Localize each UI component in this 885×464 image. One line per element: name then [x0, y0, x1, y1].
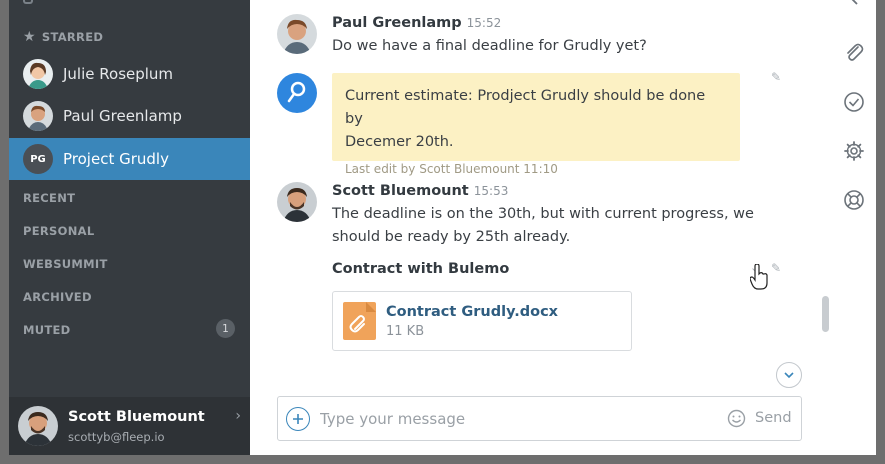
star-icon: ★	[23, 29, 36, 45]
pencil-icon[interactable]: ✎	[771, 261, 781, 275]
sidebar-item-label: Project Grudly	[63, 150, 169, 168]
unread-badge: 1	[216, 319, 235, 338]
section-archived[interactable]: ARCHIVED	[23, 290, 92, 304]
message-sender: Scott Bluemount 15:53	[332, 183, 508, 199]
chevron-right-icon[interactable]: ›	[235, 408, 241, 424]
message-input[interactable]	[320, 407, 680, 431]
message-text-line2: should be ready by 25th already.	[332, 229, 571, 245]
collapsed-toggle-icon[interactable]	[23, 0, 47, 6]
pinned-text-line1: Current estimate: Prodject Grudly should…	[345, 88, 706, 127]
message-text-line1: The deadline is on the 30th, but with cu…	[332, 206, 754, 222]
message-time: 15:52	[466, 16, 502, 30]
file-size: 11 KB	[386, 323, 425, 339]
message-sender: Paul Greenlamp 15:52	[332, 15, 501, 31]
message-text: Do we have a final deadline for Grudly y…	[332, 38, 647, 54]
pinned-text-line2: Decemer 20th.	[345, 134, 454, 150]
chevron-down-icon	[784, 372, 794, 379]
avatar	[18, 406, 58, 446]
sidebar-item-project-grudly[interactable]: PG Project Grudly	[9, 138, 250, 180]
avatar: PG	[23, 144, 53, 174]
hand-cursor-icon	[749, 263, 768, 294]
scrollbar[interactable]	[822, 296, 829, 332]
emoji-icon[interactable]	[727, 409, 746, 432]
profile-email: scottyb@fleep.io	[68, 429, 165, 444]
section-websummit[interactable]: WEBSUMMIT	[23, 257, 108, 271]
scroll-to-bottom-button[interactable]	[776, 362, 802, 388]
message-composer: Send	[277, 396, 802, 441]
paperclip-icon[interactable]	[843, 42, 865, 64]
lifebuoy-icon[interactable]	[843, 189, 865, 211]
sender-name: Paul Greenlamp	[332, 15, 462, 31]
plus-icon	[293, 414, 303, 424]
section-recent[interactable]: RECENT	[23, 191, 75, 205]
avatar	[23, 101, 53, 131]
starred-label: STARRED	[41, 30, 104, 44]
file-attachment[interactable]: Contract Grudly.docx 11 KB	[332, 291, 632, 351]
pin-icon	[277, 73, 317, 113]
sidebar-item-julie-roseplum[interactable]: Julie Roseplum	[9, 53, 250, 95]
sidebar-item-paul-greenlamp[interactable]: Paul Greenlamp	[9, 95, 250, 137]
sender-name: Scott Bluemount	[332, 183, 469, 199]
section-personal[interactable]: PERSONAL	[23, 224, 94, 238]
section-muted[interactable]: MUTED	[23, 323, 71, 337]
check-circle-icon[interactable]	[843, 91, 865, 113]
send-button[interactable]: Send	[755, 410, 792, 426]
pinned-note: Current estimate: Prodject Grudly should…	[332, 73, 740, 176]
profile-name: Scott Bluemount	[68, 408, 205, 425]
avatar	[277, 182, 317, 222]
pencil-icon[interactable]: ✎	[771, 70, 781, 84]
avatar	[23, 59, 53, 89]
file-name: Contract Grudly.docx	[386, 303, 559, 320]
message-time: 15:53	[473, 184, 509, 198]
app-window: ★ STARRED Julie Roseplum Paul Greenlamp …	[9, 0, 876, 455]
gear-icon[interactable]	[843, 140, 865, 162]
starred-header: ★ STARRED	[23, 30, 103, 44]
attachment-heading: Contract with Bulemo	[332, 261, 510, 277]
edit-note: Last edit by Scott Bluemount 11:10	[345, 162, 558, 176]
avatar	[277, 14, 317, 54]
user-profile[interactable]: Scott Bluemount scottyb@fleep.io ›	[9, 397, 250, 455]
paperclip-file-icon	[343, 302, 376, 340]
sidebar-item-label: Julie Roseplum	[63, 65, 174, 83]
add-attachment-button[interactable]	[286, 407, 310, 431]
sidebar: ★ STARRED Julie Roseplum Paul Greenlamp …	[9, 0, 250, 455]
chevron-right-icon[interactable]	[843, 0, 865, 16]
sidebar-item-label: Paul Greenlamp	[63, 107, 182, 125]
